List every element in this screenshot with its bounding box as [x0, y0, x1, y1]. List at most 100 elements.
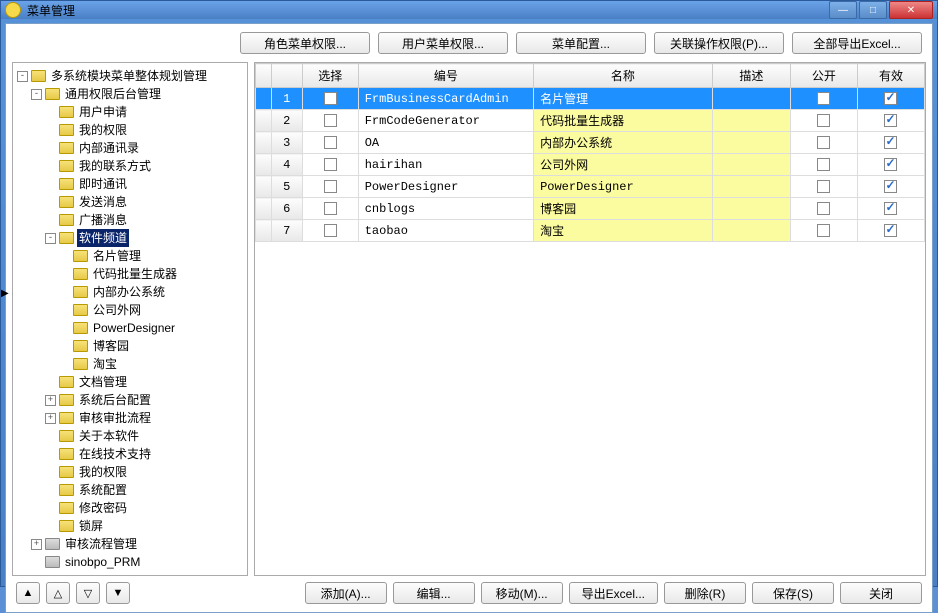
cell-code[interactable]: OA [358, 132, 533, 154]
tree-item-label[interactable]: 我的权限 [77, 463, 129, 481]
tree-item-label[interactable]: 通用权限后台管理 [63, 85, 163, 103]
expander-icon[interactable]: + [45, 395, 56, 406]
valid-checkbox[interactable] [884, 158, 897, 171]
tree-item[interactable]: 文档管理 [45, 373, 245, 391]
valid-checkbox[interactable] [884, 224, 897, 237]
move-top-button[interactable]: ▲ [16, 582, 40, 604]
public-checkbox[interactable] [817, 180, 830, 193]
expander-icon[interactable]: - [45, 233, 56, 244]
cell-name[interactable]: 名片管理 [534, 88, 713, 110]
maximize-button[interactable]: □ [859, 1, 887, 19]
save-button[interactable]: 保存(S) [752, 582, 834, 604]
tree-item[interactable]: 名片管理 [59, 247, 245, 265]
select-checkbox[interactable] [324, 136, 337, 149]
tree-item[interactable]: + 系统后台配置 [45, 391, 245, 409]
tree-item[interactable]: - 软件频道 [45, 229, 245, 247]
public-checkbox[interactable] [817, 158, 830, 171]
public-checkbox[interactable] [817, 224, 830, 237]
tree-item-label[interactable]: 审核审批流程 [77, 409, 153, 427]
tree-item-label[interactable]: 即时通讯 [77, 175, 129, 193]
public-checkbox[interactable] [817, 114, 830, 127]
move-up-button[interactable]: △ [46, 582, 70, 604]
user-menu-perm-button[interactable]: 用户菜单权限... [378, 32, 508, 54]
tree-item-label[interactable]: 软件频道 [77, 229, 129, 247]
tree-item-label[interactable]: 淘宝 [91, 355, 119, 373]
tree-item[interactable]: 即时通讯 [45, 175, 245, 193]
table-row[interactable]: 3OA内部办公系统 [256, 132, 925, 154]
tree-item-label[interactable]: 锁屏 [77, 517, 105, 535]
select-checkbox[interactable] [324, 114, 337, 127]
tree-item[interactable]: 我的联系方式 [45, 157, 245, 175]
tree-item-label[interactable]: 我的权限 [77, 121, 129, 139]
move-down-button[interactable]: ▽ [76, 582, 100, 604]
tree-item-label[interactable]: 内部办公系统 [91, 283, 167, 301]
tree-item-label[interactable]: 内部通讯录 [77, 139, 141, 157]
valid-checkbox[interactable] [884, 114, 897, 127]
expander-icon[interactable]: + [31, 539, 42, 550]
tree-item[interactable]: 内部通讯录 [45, 139, 245, 157]
tree-item[interactable]: 修改密码 [45, 499, 245, 517]
tree-item-label[interactable]: PowerDesigner [91, 319, 177, 337]
valid-checkbox[interactable] [884, 136, 897, 149]
tree-item[interactable]: -通用权限后台管理 [31, 85, 245, 103]
cell-desc[interactable] [712, 110, 790, 132]
valid-checkbox[interactable] [884, 202, 897, 215]
expander-icon[interactable]: - [17, 71, 28, 82]
tree-item-label[interactable]: 多系统模块菜单整体规划管理 [49, 67, 209, 85]
tree-item[interactable]: 我的权限 [45, 121, 245, 139]
table-row[interactable]: 2FrmCodeGenerator代码批量生成器 [256, 110, 925, 132]
tree-item-label[interactable]: 广播消息 [77, 211, 129, 229]
col-desc[interactable]: 描述 [712, 64, 790, 88]
relate-op-perm-button[interactable]: 关联操作权限(P)... [654, 32, 784, 54]
tree-item-label[interactable]: 文档管理 [77, 373, 129, 391]
cell-desc[interactable] [712, 88, 790, 110]
tree-item[interactable]: + 审核流程管理 [31, 535, 245, 553]
select-checkbox[interactable] [324, 92, 337, 105]
col-select[interactable]: 选择 [302, 64, 358, 88]
table-row[interactable]: 4hairihan公司外网 [256, 154, 925, 176]
tree-item-label[interactable]: 名片管理 [91, 247, 143, 265]
role-menu-perm-button[interactable]: 角色菜单权限... [240, 32, 370, 54]
tree-item[interactable]: 锁屏 [45, 517, 245, 535]
valid-checkbox[interactable] [884, 180, 897, 193]
tree-item[interactable]: 内部办公系统 [59, 283, 245, 301]
close-button[interactable]: ✕ [889, 1, 933, 19]
data-grid[interactable]: 选择 编号 名称 描述 公开 有效 ▶1FrmBusinessCardAdmin… [255, 63, 925, 242]
table-row[interactable]: 6cnblogs博客园 [256, 198, 925, 220]
cell-code[interactable]: taobao [358, 220, 533, 242]
select-checkbox[interactable] [324, 224, 337, 237]
tree-item[interactable]: 代码批量生成器 [59, 265, 245, 283]
tree-item[interactable]: 博客园 [59, 337, 245, 355]
cell-code[interactable]: hairihan [358, 154, 533, 176]
table-row[interactable]: 5PowerDesignerPowerDesigner [256, 176, 925, 198]
valid-checkbox[interactable] [884, 92, 897, 105]
cell-desc[interactable] [712, 154, 790, 176]
tree-item[interactable]: 淘宝 [59, 355, 245, 373]
export-excel-button[interactable]: 导出Excel... [569, 582, 658, 604]
move-bottom-button[interactable]: ▼ [106, 582, 130, 604]
tree-item-label[interactable]: 我的联系方式 [77, 157, 153, 175]
tree-panel[interactable]: -多系统模块菜单整体规划管理-通用权限后台管理用户申请我的权限内部通讯录我的联系… [12, 62, 248, 576]
tree-item-label[interactable]: 修改密码 [77, 499, 129, 517]
tree-item-label[interactable]: 审核流程管理 [63, 535, 139, 553]
tree-item-label[interactable]: sinobpo_PRM [63, 553, 142, 571]
tree-item[interactable]: 在线技术支持 [45, 445, 245, 463]
cell-desc[interactable] [712, 176, 790, 198]
move-button[interactable]: 移动(M)... [481, 582, 563, 604]
tree-item-label[interactable]: 在线技术支持 [77, 445, 153, 463]
cell-code[interactable]: FrmBusinessCardAdmin [358, 88, 533, 110]
public-checkbox[interactable] [817, 92, 830, 105]
tree-item[interactable]: 关于本软件 [45, 427, 245, 445]
tree-item-label[interactable]: 系统配置 [77, 481, 129, 499]
menu-tree[interactable]: -多系统模块菜单整体规划管理-通用权限后台管理用户申请我的权限内部通讯录我的联系… [15, 67, 245, 571]
export-all-excel-button[interactable]: 全部导出Excel... [792, 32, 922, 54]
public-checkbox[interactable] [817, 136, 830, 149]
cell-name[interactable]: 淘宝 [534, 220, 713, 242]
tree-item-label[interactable]: 发送消息 [77, 193, 129, 211]
delete-button[interactable]: 删除(R) [664, 582, 746, 604]
tree-item-label[interactable]: 系统后台配置 [77, 391, 153, 409]
tree-item-label[interactable]: 公司外网 [91, 301, 143, 319]
tree-item[interactable]: PowerDesigner [59, 319, 245, 337]
tree-item[interactable]: 广播消息 [45, 211, 245, 229]
cell-name[interactable]: PowerDesigner [534, 176, 713, 198]
